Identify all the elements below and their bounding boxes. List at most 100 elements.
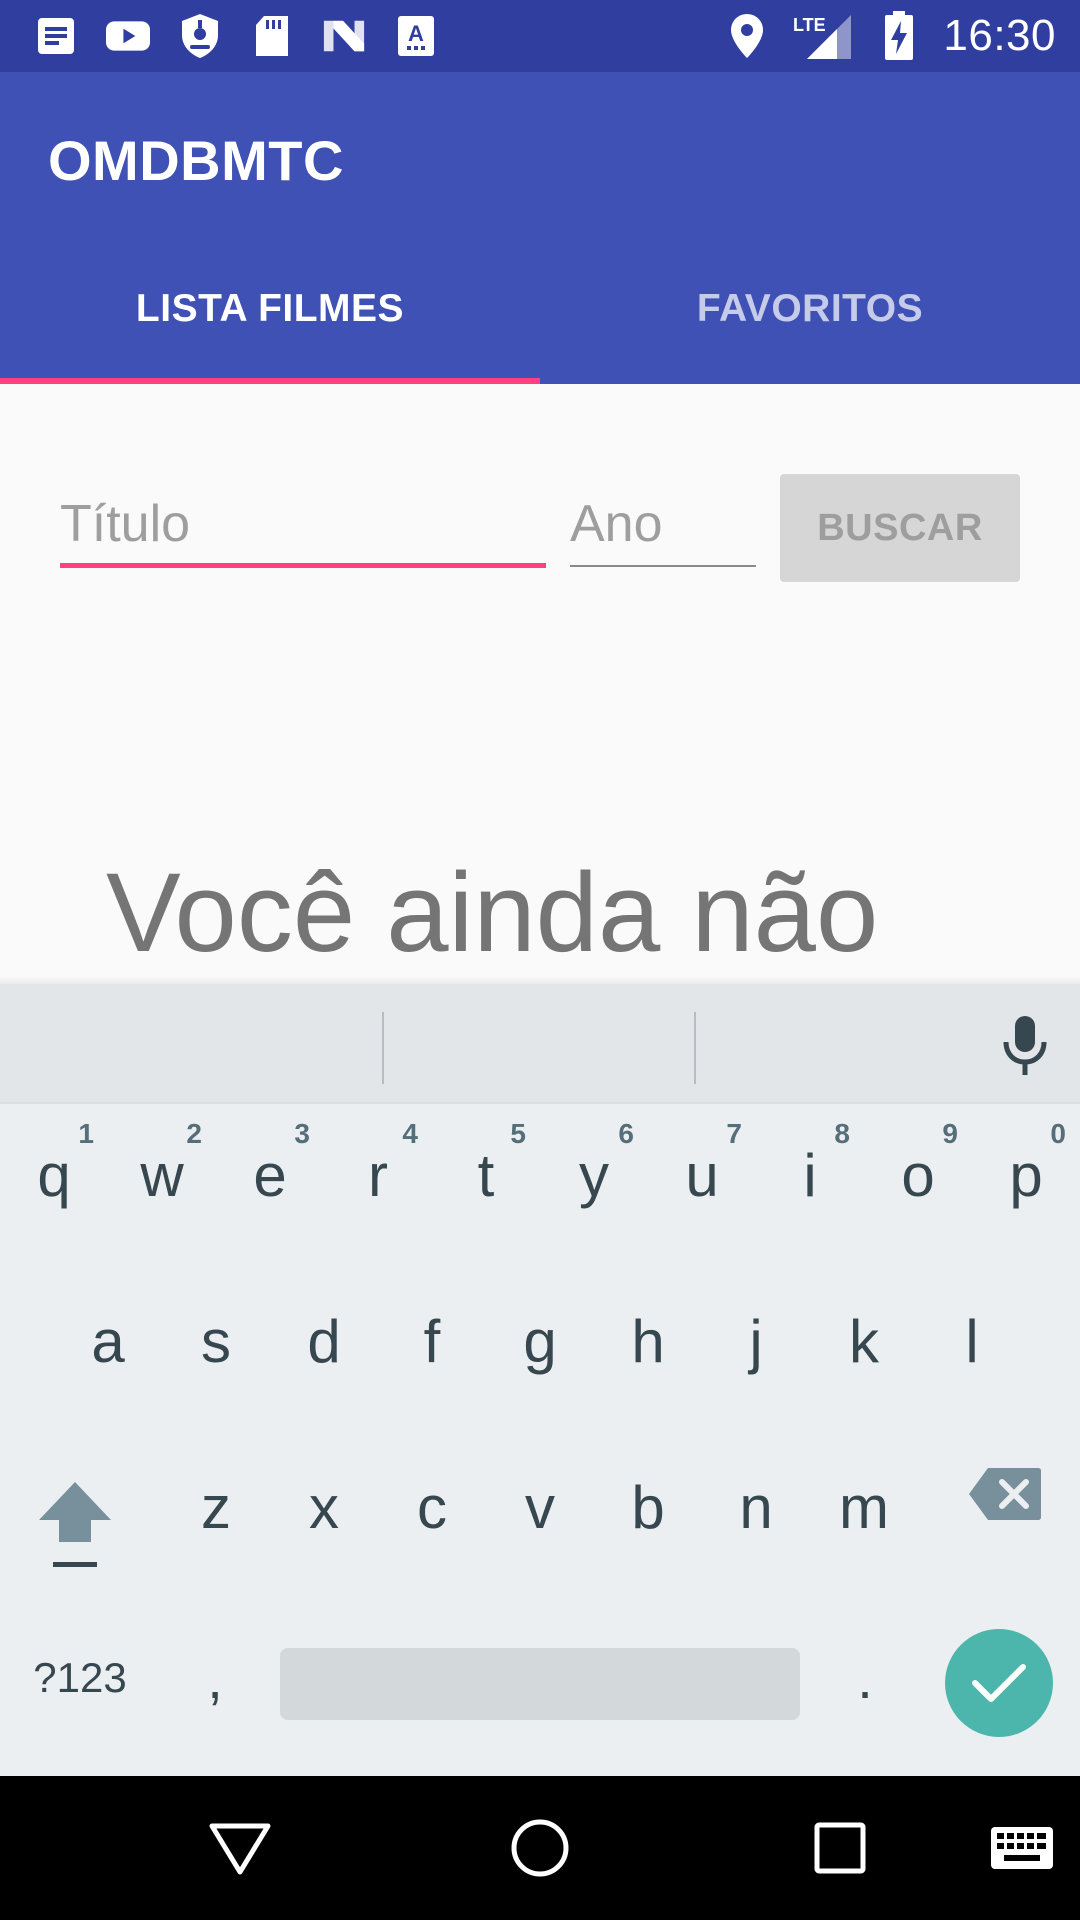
- tab-bar: LISTA FILMES FAVORITOS: [0, 240, 1080, 384]
- notification-icons: A: [34, 14, 438, 58]
- key-label: n: [739, 1473, 773, 1541]
- title-input[interactable]: [60, 484, 546, 564]
- key-label: o: [901, 1141, 935, 1209]
- recents-icon: [814, 1822, 866, 1874]
- key-n[interactable]: n: [702, 1432, 810, 1582]
- key-j[interactable]: j: [702, 1266, 810, 1416]
- key-c[interactable]: c: [378, 1432, 486, 1582]
- navigation-bar: [0, 1776, 1080, 1920]
- key-hint: 1: [78, 1118, 94, 1149]
- status-bar: A LTE 16:30: [0, 0, 1080, 72]
- key-hint: 9: [942, 1118, 958, 1149]
- key-hint: 3: [294, 1118, 310, 1149]
- backspace-key[interactable]: [960, 1454, 1050, 1534]
- key-y[interactable]: 6y: [540, 1100, 648, 1250]
- key-label: g: [523, 1307, 557, 1375]
- key-label: k: [849, 1307, 879, 1375]
- suggestion-divider: [382, 1012, 384, 1084]
- key-k[interactable]: k: [810, 1266, 918, 1416]
- key-label: h: [631, 1307, 665, 1375]
- key-f[interactable]: f: [378, 1266, 486, 1416]
- key-v[interactable]: v: [486, 1432, 594, 1582]
- keyboard-switch-button[interactable]: [982, 1812, 1062, 1884]
- key-label: b: [631, 1473, 665, 1541]
- tab-favoritos[interactable]: FAVORITOS: [540, 240, 1080, 384]
- youtube-icon: [106, 14, 150, 58]
- key-label: d: [307, 1307, 341, 1375]
- key-label: z: [201, 1473, 231, 1541]
- key-l[interactable]: l: [918, 1266, 1026, 1416]
- tab-label: LISTA FILMES: [135, 287, 405, 330]
- symbols-key[interactable]: ?123: [20, 1628, 140, 1728]
- key-label: v: [525, 1473, 555, 1541]
- key-label: p: [1009, 1141, 1043, 1209]
- key-hint: 8: [834, 1118, 850, 1149]
- space-key[interactable]: [280, 1648, 800, 1720]
- key-label: m: [839, 1473, 889, 1541]
- key-q[interactable]: 1q: [0, 1100, 108, 1250]
- key-label: y: [579, 1141, 609, 1209]
- key-label: c: [417, 1473, 447, 1541]
- n-icon: [322, 14, 366, 58]
- year-field[interactable]: [570, 484, 756, 572]
- key-i[interactable]: 8i: [756, 1100, 864, 1250]
- period-key[interactable]: .: [810, 1628, 920, 1728]
- tab-lista-filmes[interactable]: LISTA FILMES: [0, 240, 540, 384]
- key-o[interactable]: 9o: [864, 1100, 972, 1250]
- key-hint: 7: [726, 1118, 742, 1149]
- tab-indicator: [0, 378, 540, 384]
- key-hint: 6: [618, 1118, 634, 1149]
- key-label: a: [91, 1307, 125, 1375]
- key-label: u: [685, 1141, 719, 1209]
- key-hint: 2: [186, 1118, 202, 1149]
- key-b[interactable]: b: [594, 1432, 702, 1582]
- key-d[interactable]: d: [270, 1266, 378, 1416]
- key-u[interactable]: 7u: [648, 1100, 756, 1250]
- back-button[interactable]: [204, 1812, 276, 1884]
- app-bar: OMDBMTC LISTA FILMES FAVORITOS: [0, 72, 1080, 384]
- shift-icon: [39, 1482, 111, 1567]
- home-icon: [511, 1819, 569, 1877]
- title-field[interactable]: [60, 484, 546, 572]
- key-e[interactable]: 3e: [216, 1100, 324, 1250]
- svg-text:A: A: [408, 21, 424, 46]
- search-button[interactable]: BUSCAR: [780, 474, 1020, 582]
- enter-key[interactable]: [945, 1629, 1053, 1737]
- key-a[interactable]: a: [54, 1266, 162, 1416]
- key-x[interactable]: x: [270, 1432, 378, 1582]
- recents-button[interactable]: [804, 1812, 876, 1884]
- tab-label: FAVORITOS: [696, 287, 924, 330]
- key-z[interactable]: z: [162, 1432, 270, 1582]
- comma-key[interactable]: ,: [160, 1628, 270, 1728]
- key-label: ,: [207, 1646, 223, 1710]
- microphone-icon[interactable]: [1000, 1014, 1050, 1080]
- check-icon: [972, 1664, 1026, 1702]
- key-p[interactable]: 0p: [972, 1100, 1080, 1250]
- key-label: q: [37, 1141, 71, 1209]
- key-label: s: [201, 1307, 231, 1375]
- app-title: OMDBMTC: [48, 129, 344, 192]
- system-icons: LTE 16:30: [725, 10, 1056, 62]
- key-label: ?123: [33, 1654, 127, 1701]
- key-h[interactable]: h: [594, 1266, 702, 1416]
- key-label: j: [749, 1307, 763, 1375]
- lte-signal-icon: LTE: [791, 14, 855, 59]
- year-input[interactable]: [570, 484, 756, 564]
- clock: 16:30: [943, 11, 1056, 60]
- key-w[interactable]: 2w: [108, 1100, 216, 1250]
- shift-key[interactable]: [20, 1464, 130, 1584]
- key-s[interactable]: s: [162, 1266, 270, 1416]
- key-r[interactable]: 4r: [324, 1100, 432, 1250]
- key-label: .: [857, 1646, 873, 1710]
- key-m[interactable]: m: [810, 1432, 918, 1582]
- font-icon: A: [394, 14, 438, 58]
- key-hint: 5: [510, 1118, 526, 1149]
- key-label: i: [803, 1141, 817, 1209]
- key-label: t: [477, 1141, 495, 1209]
- notes-icon: [34, 14, 78, 58]
- key-g[interactable]: g: [486, 1266, 594, 1416]
- home-button[interactable]: [504, 1812, 576, 1884]
- key-t[interactable]: 5t: [432, 1100, 540, 1250]
- location-icon: [725, 14, 769, 58]
- battery-charging-icon: [877, 11, 921, 60]
